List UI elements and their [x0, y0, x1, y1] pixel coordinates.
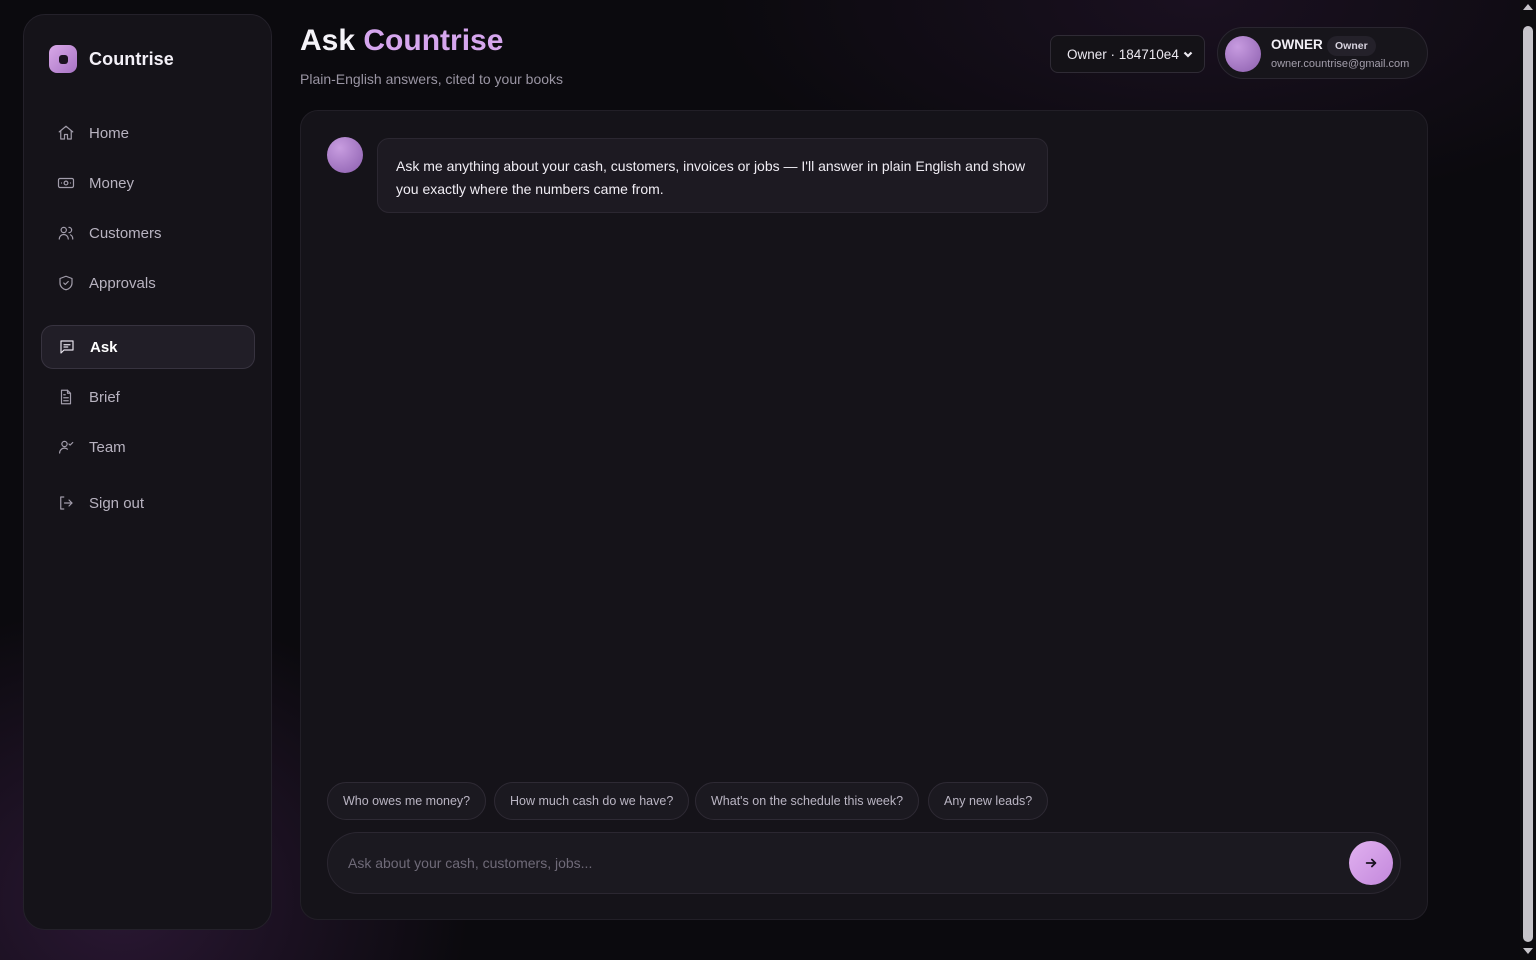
suggestion-chip[interactable]: How much cash do we have?	[494, 782, 690, 820]
sidebar-item-label: Sign out	[89, 494, 145, 512]
sidebar-item-label: Customers	[89, 224, 162, 242]
sidebar-item-team[interactable]: Team	[41, 425, 255, 469]
users-icon	[58, 226, 74, 240]
countrise-logo-icon	[49, 45, 77, 73]
composer	[327, 832, 1401, 894]
role-badge: Owner	[1327, 36, 1376, 56]
sidebar-item-ask[interactable]: Ask	[41, 325, 255, 369]
scroll-thumb[interactable]	[1523, 26, 1533, 942]
arrow-right-icon	[1365, 858, 1377, 868]
sidebar-item-brief[interactable]: Brief	[41, 375, 255, 419]
page-title-accent: Countrise	[363, 24, 504, 57]
suggestion-chip[interactable]: What's on the schedule this week?	[695, 782, 920, 820]
banknote-icon	[57, 177, 75, 189]
ask-input[interactable]	[348, 847, 1328, 879]
sidebar: Countrise Home Money Customers Approvals…	[23, 14, 272, 930]
suggestion-chip[interactable]: Who owes me money?	[327, 782, 487, 820]
avatar	[1225, 36, 1261, 72]
scroll-up-arrow-icon[interactable]	[1523, 4, 1533, 10]
sidebar-item-customers[interactable]: Customers	[41, 211, 255, 255]
sidebar-item-approvals[interactable]: Approvals	[41, 261, 255, 305]
sidebar-item-label: Home	[89, 124, 130, 142]
assistant-message: Ask me anything about your cash, custome…	[377, 138, 1048, 213]
sidebar-item-money[interactable]: Money	[41, 161, 255, 205]
owner-select-value: Owner · 184710e4	[1067, 46, 1179, 62]
owner-select[interactable]: Owner · 184710e4	[1050, 35, 1205, 73]
user-email: owner.countrise@gmail.com	[1271, 58, 1410, 70]
sidebar-item-label: Brief	[89, 388, 120, 406]
user-check-icon	[59, 440, 74, 454]
file-text-icon	[60, 389, 72, 405]
page-title-prefix: Ask	[300, 24, 356, 57]
chevron-down-icon	[1183, 51, 1193, 58]
assistant-avatar	[327, 137, 363, 173]
sidebar-item-label: Ask	[90, 338, 118, 356]
send-button[interactable]	[1349, 841, 1393, 885]
brand[interactable]: Countrise	[49, 45, 174, 73]
log-out-icon	[60, 496, 73, 510]
user-name: OWNER	[1271, 37, 1323, 52]
message-icon	[60, 340, 74, 354]
sidebar-item-label: Approvals	[89, 274, 156, 292]
sidebar-item-label: Money	[89, 174, 135, 192]
page-title: Ask Countrise	[300, 24, 503, 58]
sidebar-item-home[interactable]: Home	[41, 111, 255, 155]
sidebar-item-sign-out[interactable]: Sign out	[41, 481, 255, 525]
page-subtitle: Plain-English answers, cited to your boo…	[300, 71, 564, 87]
shield-check-icon	[59, 275, 73, 291]
chat-panel: Ask me anything about your cash, custome…	[300, 110, 1428, 920]
home-icon	[58, 125, 74, 140]
brand-name: Countrise	[89, 48, 174, 69]
user-card[interactable]: OWNER Owner owner.countrise@gmail.com	[1217, 27, 1428, 79]
scroll-down-arrow-icon[interactable]	[1523, 948, 1533, 954]
page-scrollbar[interactable]	[1520, 0, 1536, 960]
sidebar-item-label: Team	[89, 438, 126, 456]
suggestion-chip[interactable]: Any new leads?	[928, 782, 1049, 820]
